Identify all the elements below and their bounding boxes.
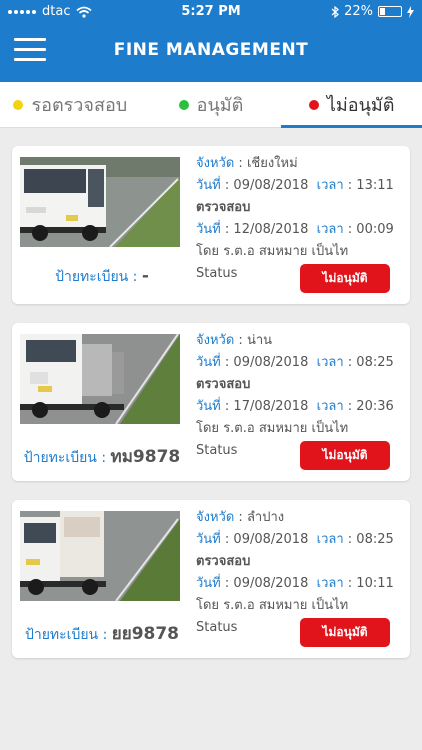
check-time-value: 00:09: [356, 222, 394, 237]
time-label: เวลา: [316, 178, 344, 193]
check-time-label: เวลา: [316, 222, 344, 237]
nav-bar: FINE MANAGEMENT: [0, 22, 422, 82]
time-value: 08:25: [356, 355, 394, 370]
battery-icon: [378, 6, 402, 17]
time-value: 08:25: [356, 532, 394, 547]
fine-card[interactable]: ป้ายทะเบียน : ยย9878 จังหวัด : ลำปาง วัน…: [12, 500, 410, 658]
officer-name: ร.ต.อ สมหมาย เป็นไท: [223, 598, 349, 613]
box-truck-photo-icon: [20, 511, 180, 601]
check-date-label: วันที่: [196, 576, 221, 591]
plate-label: ป้ายทะเบียน: [24, 627, 99, 643]
date-value: 09/08/2018: [233, 178, 309, 193]
province-value: ลำปาง: [246, 510, 285, 525]
by-label: โดย: [196, 421, 220, 436]
time-value: 13:11: [356, 178, 394, 193]
date-label: วันที่: [196, 178, 221, 193]
tab-label: ไม่อนุมัติ: [326, 95, 395, 116]
province-label: จังหวัด: [196, 333, 235, 348]
plate-label: ป้ายทะเบียน: [23, 450, 97, 466]
tab-approved[interactable]: อนุมัติ: [141, 82, 282, 127]
rejected-status-button[interactable]: ไม่อนุมัติ: [300, 264, 390, 293]
fine-info: จังหวัด : น่าน วันที่ : 09/08/2018 เวลา …: [196, 330, 406, 440]
status-label: Status: [196, 443, 238, 458]
bus-photo-icon: [20, 157, 180, 247]
approved-dot-icon: [178, 99, 189, 110]
status-label: Status: [196, 620, 238, 635]
province-value: น่าน: [246, 333, 273, 348]
checked-heading: ตรวจสอบ: [196, 554, 251, 569]
pending-dot-icon: [13, 99, 24, 110]
check-date-value: 09/08/2018: [233, 576, 309, 591]
fine-card[interactable]: ป้ายทะเบียน : ทม9878 จังหวัด : น่าน วันท…: [12, 323, 410, 481]
status-label: Status: [196, 266, 238, 281]
plate-row: ป้ายทะเบียน : ทม9878: [23, 447, 181, 467]
rejected-status-button[interactable]: ไม่อนุมัติ: [300, 618, 390, 647]
province-label: จังหวัด: [196, 510, 235, 525]
fine-list: ป้ายทะเบียน : - จังหวัด : เชียงใหม่ วันท…: [12, 146, 410, 677]
tab-label: อนุมัติ: [196, 95, 244, 116]
by-label: โดย: [196, 244, 220, 259]
time-label: เวลา: [316, 355, 344, 370]
tab-rejected[interactable]: ไม่อนุมัติ: [281, 82, 422, 128]
page-title: FINE MANAGEMENT: [113, 40, 309, 60]
plate-row: ป้ายทะเบียน : -: [55, 266, 149, 286]
check-date-value: 17/08/2018: [233, 399, 309, 414]
plate-number: ทม9878: [110, 447, 181, 467]
charging-icon: [407, 5, 414, 18]
vehicle-photo: [20, 157, 180, 247]
check-date-value: 12/08/2018: [233, 222, 309, 237]
fine-info: จังหวัด : ลำปาง วันที่ : 09/08/2018 เวลา…: [196, 507, 406, 617]
check-date-label: วันที่: [196, 222, 221, 237]
check-date-label: วันที่: [196, 399, 221, 414]
date-value: 09/08/2018: [233, 532, 309, 547]
date-label: วันที่: [196, 532, 221, 547]
plate-row: ป้ายทะเบียน : ยย9878: [24, 624, 180, 644]
bluetooth-icon: [331, 5, 340, 18]
checked-heading: ตรวจสอบ: [196, 377, 251, 392]
fine-card[interactable]: ป้ายทะเบียน : - จังหวัด : เชียงใหม่ วันท…: [12, 146, 410, 304]
app-header: dtac 5:27 PM 22% FINE MANAGEMENT: [0, 0, 422, 82]
fine-info: จังหวัด : เชียงใหม่ วันที่ : 09/08/2018 …: [196, 153, 406, 263]
rejected-dot-icon: [308, 99, 319, 110]
date-label: วันที่: [196, 355, 221, 370]
officer-name: ร.ต.อ สมหมาย เป็นไท: [223, 244, 349, 259]
tab-pending[interactable]: รอตรวจสอบ: [0, 82, 141, 127]
plate-number: -: [141, 266, 149, 286]
truck-photo-icon: [20, 334, 180, 424]
status-right: 22%: [331, 4, 414, 19]
checked-heading: ตรวจสอบ: [196, 200, 251, 215]
by-label: โดย: [196, 598, 220, 613]
check-time-value: 20:36: [356, 399, 394, 414]
check-time-label: เวลา: [316, 399, 344, 414]
vehicle-photo: [20, 511, 180, 601]
date-value: 09/08/2018: [233, 355, 309, 370]
tab-label: รอตรวจสอบ: [31, 95, 128, 116]
rejected-status-button[interactable]: ไม่อนุมัติ: [300, 441, 390, 470]
plate-number: ยย9878: [111, 624, 180, 644]
status-bar: dtac 5:27 PM 22%: [0, 0, 422, 22]
time-label: เวลา: [316, 532, 344, 547]
check-time-label: เวลา: [316, 576, 344, 591]
battery-percent: 22%: [344, 4, 373, 19]
province-value: เชียงใหม่: [246, 156, 298, 171]
officer-name: ร.ต.อ สมหมาย เป็นไท: [223, 421, 349, 436]
plate-label: ป้ายทะเบียน: [55, 269, 129, 285]
check-time-value: 10:11: [356, 576, 394, 591]
tab-bar: รอตรวจสอบ อนุมัติ ไม่อนุมัติ: [0, 82, 422, 128]
province-label: จังหวัด: [196, 156, 235, 171]
vehicle-photo: [20, 334, 180, 424]
